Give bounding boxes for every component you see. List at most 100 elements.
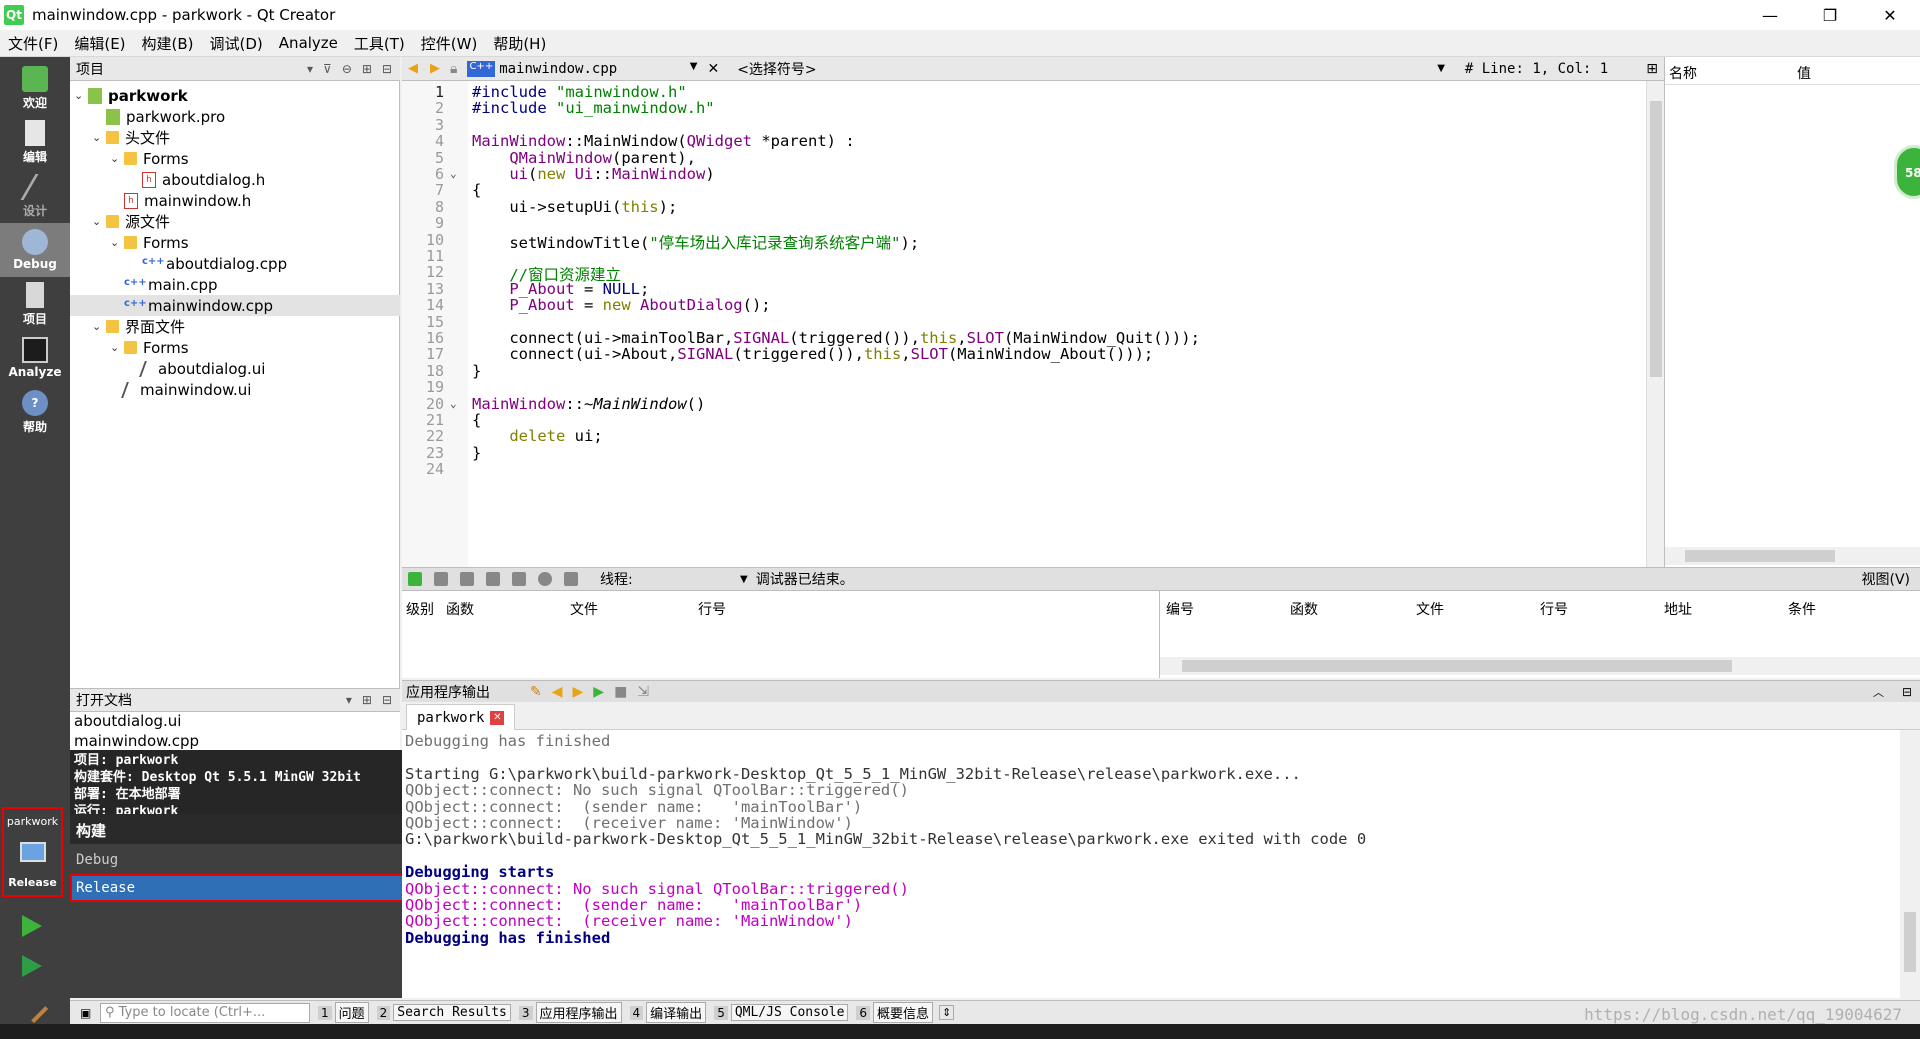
tree-item[interactable]: ⌄ 界面文件 [92,316,185,337]
stack-col-line[interactable]: 行号 [698,599,726,619]
next-icon[interactable]: ▶ [573,684,584,700]
output-pane-button[interactable]: 3 应用程序输出 [518,1002,622,1023]
close-panel-icon[interactable]: ⊟ [382,62,392,76]
tree-item[interactable]: mainwindow.ui [110,379,251,400]
open-docs-title[interactable]: 打开文档 [76,690,132,710]
chevron-down-icon[interactable]: ⌄ [92,131,106,144]
continue-icon[interactable] [408,572,422,586]
mode-projects[interactable]: 项目 [0,277,70,331]
tree-item[interactable]: ⌄ Forms [110,148,189,169]
output-pane-button[interactable]: 1 问题 [318,1002,369,1023]
stop-icon[interactable]: ■ [614,684,627,700]
mode-edit[interactable]: 编辑 [0,115,70,169]
tree-item[interactable]: aboutdialog.ui [128,358,265,379]
stack-col-level[interactable]: 级别 [406,599,434,619]
scroll-thumb[interactable] [1685,550,1835,562]
output-pane-button[interactable]: 4 编译输出 [629,1002,707,1023]
close-panel-icon[interactable]: ⊟ [382,693,392,707]
mode-design[interactable]: 设计 [0,169,70,223]
open-doc-item[interactable]: aboutdialog.ui [70,712,400,732]
menu-tools[interactable]: 工具(T) [346,33,413,54]
bp-col-condition[interactable]: 条件 [1788,599,1816,619]
debug-run-icon[interactable] [22,955,42,977]
close-pane-icon[interactable]: ⊟ [1902,685,1920,699]
dropdown-icon[interactable]: ▾ [346,693,352,707]
tree-item[interactable]: parkwork.pro [92,106,225,127]
tree-item[interactable]: ⌄ 头文件 [92,127,170,148]
scroll-thumb[interactable] [1904,912,1916,972]
tree-item[interactable]: h mainwindow.h [110,190,251,211]
output-scrollbar[interactable] [1900,730,1920,998]
open-doc-item[interactable]: mainwindow.cpp [70,732,400,750]
locals-value-column[interactable]: 值 [1793,57,1815,84]
tree-item[interactable]: c++ aboutdialog.cpp [128,253,287,274]
application-output[interactable]: Debugging has finished Starting G:\parkwo… [402,730,1900,998]
step-out-icon[interactable] [512,572,526,586]
stop-icon[interactable] [434,572,448,586]
step-into-icon[interactable] [486,572,500,586]
chevron-down-icon[interactable]: ⌄ [92,215,106,228]
chevron-down-icon[interactable]: ⌄ [110,236,124,249]
locator-input[interactable]: ⚲ Type to locate (Ctrl+... [100,1002,310,1023]
scroll-thumb[interactable] [1650,101,1662,377]
output-pane-button[interactable]: 6 概要信息 [856,1002,934,1023]
tree-item[interactable]: c++ mainwindow.cpp [70,295,400,316]
link-icon[interactable]: ⊖ [342,62,352,76]
fold-marker-icon[interactable]: ⌄ [450,397,457,410]
rerun-icon[interactable]: ▶ [593,684,604,700]
clear-icon[interactable]: ✎ [530,684,542,700]
maximize-pane-icon[interactable]: ︿ [1873,684,1902,700]
split-icon[interactable]: ⊞ [362,62,372,76]
tree-item[interactable]: c++ main.cpp [110,274,218,295]
view-menu[interactable]: 视图(V) [1861,569,1920,589]
fold-marker-icon[interactable]: ⌄ [450,167,457,180]
close-button[interactable]: ✕ [1860,0,1920,30]
mode-welcome[interactable]: 欢迎 [0,61,70,115]
output-pane-button[interactable]: 5 QML/JS Console [714,1002,849,1023]
chevron-down-icon[interactable]: ⌄ [110,341,124,354]
bp-col-number[interactable]: 编号 [1166,599,1194,619]
symbol-selector[interactable]: <选择符号> [737,59,1437,79]
perf-badge[interactable]: 58 [1894,145,1920,199]
restart-icon[interactable] [538,572,552,586]
chevron-down-icon[interactable]: ▼ [1437,63,1445,74]
chevron-down-icon[interactable]: ⌄ [110,152,124,165]
stack-col-function[interactable]: 函数 [446,599,474,619]
build-hammer-icon[interactable] [19,994,49,1024]
chevron-down-icon[interactable]: ▼ [740,574,748,585]
chevron-down-icon[interactable]: ⌄ [74,89,88,102]
tree-item[interactable]: h aboutdialog.h [128,169,265,190]
close-tab-icon[interactable]: ✕ [490,710,505,725]
menu-analyze[interactable]: Analyze [271,34,346,52]
step-over-icon[interactable] [460,572,474,586]
kit-selector[interactable]: parkwork Release [2,807,63,897]
dropdown-icon[interactable]: ▾ [307,62,313,76]
bp-col-function[interactable]: 函数 [1290,599,1318,619]
tree-item[interactable]: ⌄ 源文件 [92,211,170,232]
toggle-sidebar-icon[interactable]: ▣ [80,1006,91,1020]
breakpoints-scrollbar[interactable] [1160,657,1920,675]
menu-edit[interactable]: 编辑(E) [66,33,133,54]
split-icon[interactable]: ⊞ [362,693,372,707]
output-pane-button[interactable]: 2 Search Results [376,1002,511,1023]
code-editor[interactable]: 1 2 3 4 5 6 ⌄ 7 8 9 10 11 12 13 14 15 16 17 18 19 20 ⌄ 21 22 23 2… [402,81,1646,567]
tree-item[interactable]: ⌄ parkwork [74,85,188,106]
mode-help[interactable]: ? 帮助 [0,385,70,439]
mode-analyze[interactable]: Analyze [0,331,70,385]
bp-col-file[interactable]: 文件 [1416,599,1444,619]
menu-build[interactable]: 构建(B) [134,33,202,54]
stack-col-file[interactable]: 文件 [570,599,598,619]
tree-item[interactable]: ⌄ Forms [110,232,189,253]
prev-icon[interactable]: ◀ [552,684,563,700]
maximize-button[interactable]: ❐ [1800,0,1860,30]
chevron-down-icon[interactable]: ⌄ [92,320,106,333]
forward-icon[interactable]: ▶ [430,61,440,76]
mode-debug[interactable]: Debug [0,223,70,277]
attach-icon[interactable]: ⇲ [637,684,649,700]
menu-widgets[interactable]: 控件(W) [413,33,486,54]
minimize-button[interactable]: — [1740,0,1800,30]
locals-scrollbar[interactable] [1665,547,1920,565]
file-selector[interactable]: C++ mainwindow.cpp ▼ [467,60,697,77]
menu-help[interactable]: 帮助(H) [485,33,554,54]
tree-item[interactable]: ⌄ Forms [110,337,189,358]
